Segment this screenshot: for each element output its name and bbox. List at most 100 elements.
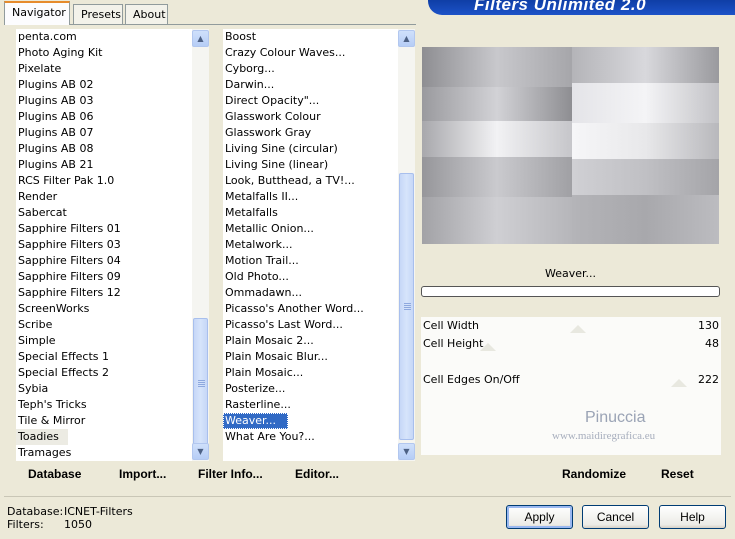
param-cell-width[interactable]: Cell Width 130 — [421, 317, 721, 335]
filters-label: Filters: — [7, 518, 44, 531]
list-item[interactable]: Motion Trail... — [223, 253, 299, 269]
list-item[interactable]: Sapphire Filters 09 — [16, 269, 121, 285]
list-item[interactable]: Toadies — [16, 429, 69, 445]
list-item[interactable]: Plugins AB 21 — [16, 157, 93, 173]
list-item[interactable]: Posterize... — [223, 381, 285, 397]
param-value: 130 — [698, 319, 719, 332]
param-value: 222 — [698, 373, 719, 386]
list-item[interactable]: Sapphire Filters 03 — [16, 237, 121, 253]
list-item[interactable]: Tramages — [16, 445, 71, 461]
list-item[interactable]: What Are You?... — [223, 429, 315, 445]
list-item[interactable]: Plugins AB 08 — [16, 141, 93, 157]
list-item[interactable]: Plain Mosaic 2... — [223, 333, 314, 349]
database-label: Database: — [7, 505, 64, 518]
scroll-thumb[interactable] — [193, 318, 208, 450]
filters-count: 1050 — [64, 518, 92, 531]
preview-image — [422, 47, 719, 244]
list-item[interactable]: Old Photo... — [223, 269, 289, 285]
list-item[interactable]: Plugins AB 06 — [16, 109, 93, 125]
param-cell-edges[interactable]: Cell Edges On/Off 222 — [421, 371, 721, 389]
scroll-up-icon[interactable]: ▲ — [398, 30, 415, 47]
progress-bar — [421, 286, 720, 297]
list-item[interactable]: Render — [16, 189, 57, 205]
list-item[interactable]: Cyborg... — [223, 61, 275, 77]
list-item[interactable]: Plugins AB 02 — [16, 77, 93, 93]
list-item[interactable]: Weaver... — [223, 413, 288, 429]
list-item[interactable]: Sybia — [16, 381, 48, 397]
list-item[interactable]: Photo Aging Kit — [16, 45, 102, 61]
list-item[interactable]: Metalwork... — [223, 237, 292, 253]
category-list[interactable]: penta.com Photo Aging Kit Pixelate Plugins … — [16, 29, 192, 461]
list-item[interactable]: Pixelate — [16, 61, 61, 77]
param-empty — [421, 389, 721, 407]
list-item[interactable]: Ommadawn... — [223, 285, 302, 301]
list-item[interactable]: Glasswork Gray — [223, 125, 311, 141]
import-button[interactable]: Import... — [119, 467, 166, 481]
list-item[interactable]: Simple — [16, 333, 56, 349]
scroll-up-icon[interactable]: ▲ — [192, 30, 209, 47]
list-item[interactable]: ScreenWorks — [16, 301, 89, 317]
list-item[interactable]: Metalfalls — [223, 205, 278, 221]
param-label: Cell Height — [423, 337, 484, 350]
list-item[interactable]: Plugins AB 03 — [16, 93, 93, 109]
slider-knob[interactable] — [479, 343, 496, 351]
database-value: ICNET-Filters — [64, 505, 133, 518]
list-item[interactable]: RCS Filter Pak 1.0 — [16, 173, 114, 189]
list-item[interactable]: Darwin... — [223, 77, 274, 93]
list-item[interactable]: Plugins AB 07 — [16, 125, 93, 141]
list-item[interactable]: Tile & Mirror — [16, 413, 85, 429]
filter-list[interactable]: Boost Crazy Colour Waves... Cyborg... Darwi… — [223, 29, 398, 461]
param-cell-height[interactable]: Cell Height 48 — [421, 335, 721, 353]
editor-button[interactable]: Editor... — [295, 467, 339, 481]
list-item[interactable]: Living Sine (circular) — [223, 141, 338, 157]
database-button[interactable]: Database — [28, 467, 81, 481]
list-item[interactable]: Plain Mosaic Blur... — [223, 349, 328, 365]
param-empty — [421, 353, 721, 371]
list-item[interactable]: Scribe — [16, 317, 52, 333]
list-item[interactable]: Picasso's Another Word... — [223, 301, 364, 317]
list-item[interactable]: Rasterline... — [223, 397, 291, 413]
list-item[interactable]: Sapphire Filters 04 — [16, 253, 121, 269]
divider — [4, 496, 731, 497]
scroll-down-icon[interactable]: ▼ — [398, 443, 415, 460]
list-item[interactable]: Sabercat — [16, 205, 67, 221]
list-item[interactable]: Crazy Colour Waves... — [223, 45, 345, 61]
list-item[interactable]: Direct Opacity"... — [223, 93, 319, 109]
list-item[interactable]: Living Sine (linear) — [223, 157, 328, 173]
list-item[interactable]: Metallic Onion... — [223, 221, 314, 237]
tab-presets[interactable]: Presets — [73, 4, 123, 24]
list-item[interactable]: Metalfalls II... — [223, 189, 298, 205]
apply-button[interactable]: Apply — [506, 505, 573, 529]
param-empty — [421, 443, 721, 455]
list-item[interactable]: Plain Mosaic... — [223, 365, 303, 381]
help-button[interactable]: Help — [659, 505, 726, 529]
list-item[interactable]: penta.com — [16, 29, 77, 45]
scroll-down-icon[interactable]: ▼ — [192, 443, 209, 460]
list-item[interactable]: Picasso's Last Word... — [223, 317, 343, 333]
slider-knob[interactable] — [569, 325, 586, 333]
tab-about[interactable]: About — [125, 4, 168, 24]
list-item[interactable]: Teph's Tricks — [16, 397, 87, 413]
category-scrollbar[interactable]: ▲ ▼ — [192, 29, 209, 461]
watermark-url: www.maidiregrafica.eu — [552, 430, 656, 442]
list-item[interactable]: Special Effects 1 — [16, 349, 109, 365]
slider-knob[interactable] — [670, 379, 687, 387]
list-item[interactable]: Boost — [223, 29, 256, 45]
list-item[interactable]: Sapphire Filters 12 — [16, 285, 121, 301]
list-item[interactable]: Look, Butthead, a TV!... — [223, 173, 355, 189]
scroll-thumb[interactable] — [399, 173, 414, 440]
reset-button[interactable]: Reset — [661, 467, 694, 481]
filter-info-button[interactable]: Filter Info... — [198, 467, 263, 481]
list-item[interactable]: Glasswork Colour — [223, 109, 321, 125]
app-banner: Filters Unlimited 2.0 — [428, 0, 735, 15]
list-item[interactable]: Special Effects 2 — [16, 365, 109, 381]
watermark-title: Pinuccia — [585, 409, 646, 426]
filter-scrollbar[interactable]: ▲ ▼ — [398, 29, 415, 461]
randomize-button[interactable]: Randomize — [562, 467, 626, 481]
list-item[interactable]: Sapphire Filters 01 — [16, 221, 121, 237]
param-value: 48 — [705, 337, 719, 350]
current-filter-name: Weaver... — [544, 267, 597, 280]
param-label: Cell Width — [423, 319, 480, 332]
tab-navigator[interactable]: Navigator — [4, 1, 70, 25]
cancel-button[interactable]: Cancel — [582, 505, 649, 529]
